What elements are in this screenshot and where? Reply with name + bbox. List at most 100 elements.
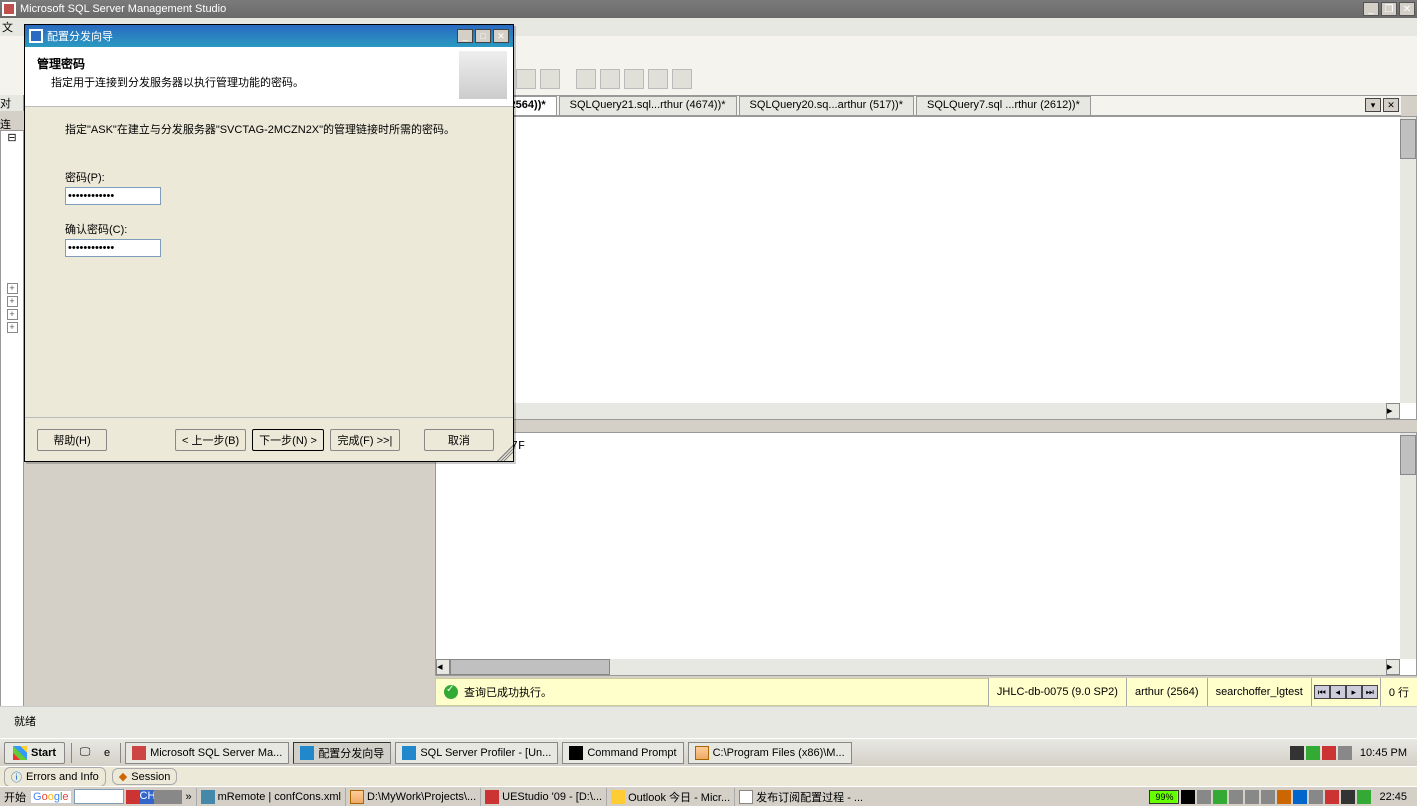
tab-query-3[interactable]: SQLQuery7.sql ...rthur (2612))* [916, 96, 1091, 115]
tab-query-2[interactable]: SQLQuery20.sq...arthur (517))* [739, 96, 914, 115]
ie-icon[interactable]: e [98, 744, 116, 762]
errors-info-tab[interactable]: ⓘErrors and Info [4, 767, 106, 787]
tray-icon[interactable]: CH [140, 790, 154, 804]
server-cell: JHLC-db-0075 (9.0 SP2) [988, 678, 1126, 706]
tree-expand-icon[interactable]: + [7, 296, 18, 307]
tray-icon[interactable] [1245, 790, 1259, 804]
start-label-cn[interactable]: 开始 [0, 789, 30, 805]
menu-item[interactable]: 文 [2, 19, 22, 35]
tree-expand-icon[interactable]: + [7, 309, 18, 320]
tab-dropdown-button[interactable]: ▾ [1365, 98, 1381, 112]
windows-icon [13, 746, 27, 760]
horizontal-scrollbar[interactable]: ◂ ▸ [436, 403, 1400, 419]
show-desktop-icon[interactable]: 🖵 [76, 744, 94, 762]
taskbar-item-cmd[interactable]: Command Prompt [562, 742, 683, 764]
vertical-scrollbar[interactable] [1400, 433, 1416, 659]
taskbar3-item[interactable]: mRemote | confCons.xml [196, 788, 345, 806]
tray-icon[interactable] [1229, 790, 1243, 804]
taskbar-item-explorer[interactable]: C:\Program Files (x86)\M... [688, 742, 852, 764]
toolbar-button[interactable] [672, 69, 692, 89]
results-pane[interactable]: earchby047F ◂ ▸ [435, 432, 1417, 676]
dialog-maximize-button[interactable]: □ [475, 29, 491, 43]
session-tab[interactable]: ◆Session [112, 768, 178, 785]
back-button[interactable]: < 上一步(B) [175, 429, 246, 451]
clock[interactable]: 10:45 PM [1354, 747, 1413, 759]
horizontal-scrollbar[interactable]: ◂ ▸ [436, 659, 1400, 675]
object-explorer-tree[interactable]: ⊟ + + + + [0, 130, 24, 710]
toolbar-button[interactable] [648, 69, 668, 89]
tray-icon[interactable] [1261, 790, 1275, 804]
finish-button[interactable]: 完成(F) >>| [330, 429, 400, 451]
taskbar-item-profiler[interactable]: SQL Server Profiler - [Un... [395, 742, 558, 764]
ready-status-bar: 就绪 [0, 706, 1417, 738]
cancel-button[interactable]: 取消 [424, 429, 494, 451]
tray-icon[interactable] [1277, 790, 1291, 804]
tab-close-button[interactable]: ✕ [1383, 98, 1399, 112]
taskbar-item-wizard[interactable]: 配置分发向导 [293, 742, 391, 764]
tray-icon[interactable] [154, 790, 168, 804]
confirm-password-input[interactable] [65, 239, 161, 257]
tray-icon[interactable] [1213, 790, 1227, 804]
taskbar3-item[interactable]: Outlook 今日 - Micr... [606, 788, 734, 806]
google-logo[interactable]: Google [30, 790, 72, 804]
object-explorer-header[interactable]: 对 [0, 95, 24, 111]
tray-icon[interactable] [1181, 790, 1195, 804]
dialog-close-button[interactable]: ✕ [493, 29, 509, 43]
dialog-description: 指定"ASK"在建立与分发服务器"SVCTAG-2MCZN2X"的管理链接时所需… [65, 121, 473, 137]
dialog-title-bar[interactable]: 配置分发向导 _ □ ✕ [25, 25, 513, 47]
battery-icon[interactable]: 99% [1149, 790, 1179, 804]
google-search-input[interactable] [74, 789, 124, 804]
user-cell: arthur (2564) [1126, 678, 1207, 706]
toolbar-button[interactable] [600, 69, 620, 89]
tray-icon[interactable] [1357, 790, 1371, 804]
folder-icon [695, 746, 709, 760]
confirm-password-label: 确认密码(C): [65, 221, 473, 237]
tray-icon[interactable] [1197, 790, 1211, 804]
close-button[interactable]: ✕ [1399, 2, 1415, 16]
query-editor[interactable]: ◂ ▸ [435, 116, 1417, 420]
nav-buttons[interactable]: ⏮ ◂ ▸ ⏭ [1311, 678, 1380, 706]
toolbar-button[interactable] [540, 69, 560, 89]
dialog-minimize-button[interactable]: _ [457, 29, 473, 43]
toolbar-button[interactable] [576, 69, 596, 89]
help-button[interactable]: 帮助(H) [37, 429, 107, 451]
wizard-icon [29, 29, 43, 43]
taskbar3-item[interactable]: D:\MyWork\Projects\... [345, 788, 480, 806]
third-taskbar: 开始 Google CH » mRemote | confCons.xml D:… [0, 786, 1417, 806]
toolbar-button[interactable] [516, 69, 536, 89]
system-tray: 10:45 PM [1286, 746, 1417, 760]
tray-icon[interactable] [1290, 746, 1304, 760]
password-input[interactable] [65, 187, 161, 205]
ssms-icon [132, 746, 146, 760]
tray-icon[interactable] [1322, 746, 1336, 760]
dialog-title: 配置分发向导 [47, 28, 113, 44]
clock-24h[interactable]: 22:45 [1373, 791, 1413, 803]
tray-icon[interactable] [1341, 790, 1355, 804]
wizard-art-icon [459, 51, 507, 99]
taskbar3-item[interactable]: 发布订阅配置过程 - ... [734, 788, 867, 806]
dialog-body: 指定"ASK"在建立与分发服务器"SVCTAG-2MCZN2X"的管理链接时所需… [25, 107, 513, 287]
status-cells: JHLC-db-0075 (9.0 SP2) arthur (2564) sea… [988, 678, 1417, 706]
tray-icon[interactable] [1293, 790, 1307, 804]
taskbar-item-ssms[interactable]: Microsoft SQL Server Ma... [125, 742, 289, 764]
start-button[interactable]: Start [4, 742, 65, 764]
overflow-icon[interactable]: » [182, 791, 196, 803]
resize-grip[interactable] [497, 445, 513, 461]
tree-expand-icon[interactable]: + [7, 322, 18, 333]
minimize-button[interactable]: _ [1363, 2, 1379, 16]
toolbar-button[interactable] [624, 69, 644, 89]
dialog-heading: 管理密码 [37, 55, 501, 72]
taskbar3-item[interactable]: UEStudio '09 - [D:\... [480, 788, 606, 806]
tray-icon[interactable] [168, 790, 182, 804]
tree-expand-icon[interactable]: + [7, 283, 18, 294]
tray-icon[interactable] [1309, 790, 1323, 804]
restore-button[interactable]: ❐ [1381, 2, 1397, 16]
cmd-icon [569, 746, 583, 760]
tray-icon[interactable] [1325, 790, 1339, 804]
tray-icon[interactable] [126, 790, 140, 804]
vertical-scrollbar[interactable] [1400, 117, 1416, 403]
tray-icon[interactable] [1306, 746, 1320, 760]
next-button[interactable]: 下一步(N) > [252, 429, 324, 451]
tab-query-1[interactable]: SQLQuery21.sql...rthur (4674))* [559, 96, 737, 115]
tray-icon[interactable] [1338, 746, 1352, 760]
